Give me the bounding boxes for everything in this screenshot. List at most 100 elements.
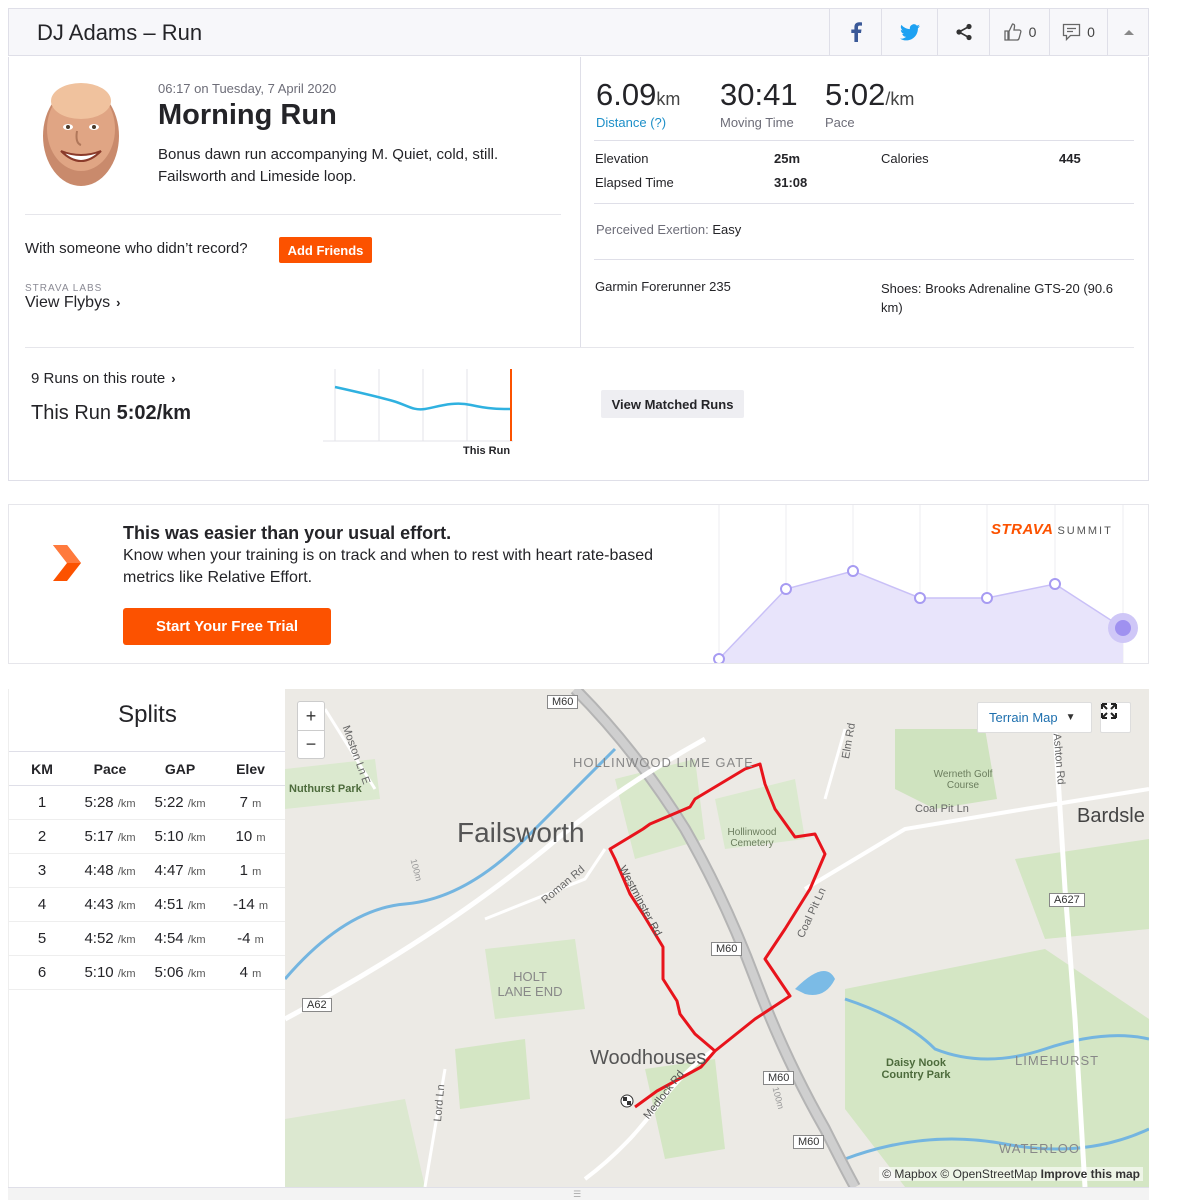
split-gap: 4:54 /km xyxy=(145,921,215,956)
elev-unit: m xyxy=(252,798,262,810)
kudos-button[interactable]: 0 xyxy=(989,9,1049,55)
split-elev-value: 10 xyxy=(235,828,253,845)
table-row: 6 5:10 /km 5:06 /km 4 m xyxy=(9,955,286,990)
route-map[interactable]: Failsworth Woodhouses Bardsle HOLLINWOOD… xyxy=(285,689,1149,1187)
split-km: 6 xyxy=(9,955,75,990)
runs-on-route-link[interactable]: 9 Runs on this route › xyxy=(31,370,176,387)
caret-down-icon: ▼ xyxy=(1065,712,1076,723)
map-label-limehurst: LIMEHURST xyxy=(1015,1053,1100,1068)
shoes-info: Shoes: Brooks Adrenaline GTS-20 (90.6 km… xyxy=(881,281,1113,315)
elapsed-time-value: 31:08 xyxy=(774,175,808,190)
split-elev: -14 m xyxy=(215,887,286,922)
zoom-in-button[interactable]: + xyxy=(298,702,324,730)
pace-value: 5:02 xyxy=(825,77,886,112)
split-elev-value: -14 xyxy=(232,896,255,913)
divider xyxy=(25,214,561,215)
split-elev-value: 7 xyxy=(239,794,248,811)
elev-unit: m xyxy=(252,866,262,878)
a627-shield: A627 xyxy=(1049,893,1085,907)
runs-on-route-label: 9 Runs on this route xyxy=(31,370,166,387)
page-title: DJ Adams – Run xyxy=(37,20,203,45)
comments-button[interactable]: 0 xyxy=(1049,9,1107,55)
view-matched-runs-button[interactable]: View Matched Runs xyxy=(601,390,744,418)
comment-icon xyxy=(1062,23,1081,41)
reservoir xyxy=(795,971,835,995)
resize-handle[interactable]: ☰ xyxy=(8,1187,1149,1200)
collapse-button[interactable] xyxy=(1107,9,1149,55)
pace-unit: /km xyxy=(187,900,206,912)
distance-unit: km xyxy=(656,89,681,109)
m60-shield: M60 xyxy=(711,942,743,956)
splits-header-row: KM Pace GAP Elev xyxy=(9,751,286,786)
twitter-icon xyxy=(899,23,920,40)
facebook-icon xyxy=(850,22,862,42)
distance-help-link[interactable]: Distance (?) xyxy=(596,115,680,130)
elm-road xyxy=(823,728,847,800)
split-gap: 5:22 /km xyxy=(145,785,215,820)
split-pace: 5:17 /km xyxy=(75,819,145,854)
split-gap: 4:47 /km xyxy=(145,853,215,888)
relative-effort-chart xyxy=(713,505,1138,663)
elevation-value: 25m xyxy=(774,151,801,166)
activity-name: Morning Run xyxy=(158,99,337,131)
map-label-waterloo: WATERLOO xyxy=(999,1141,1080,1156)
pace-unit: /km xyxy=(117,934,136,946)
fullscreen-button[interactable] xyxy=(1100,702,1131,733)
split-gap-value: 4:51 xyxy=(154,896,184,913)
split-gap: 5:10 /km xyxy=(145,819,215,854)
add-friends-button[interactable]: Add Friends xyxy=(279,237,372,263)
with-someone-prompt: With someone who didn’t record? xyxy=(25,240,248,257)
split-pace-value: 5:10 xyxy=(84,964,114,981)
twitter-share-button[interactable] xyxy=(881,9,937,55)
split-gap-value: 5:22 xyxy=(154,794,184,811)
m60-shield: M60 xyxy=(793,1135,825,1149)
divider xyxy=(594,259,1134,260)
pace-label: Pace xyxy=(825,115,855,130)
green-area xyxy=(285,1099,425,1187)
split-km: 1 xyxy=(9,785,75,820)
map-label-hollinwood-cemetery: Hollinwood Cemetery xyxy=(727,827,777,849)
split-pace: 4:48 /km xyxy=(75,853,145,888)
chevron-right-icon: › xyxy=(116,295,121,310)
map-type-select[interactable]: Terrain Map ▼ xyxy=(977,702,1092,733)
zoom-out-button[interactable]: − xyxy=(298,730,324,758)
start-free-trial-button[interactable]: Start Your Free Trial xyxy=(123,608,331,645)
split-pace-value: 4:52 xyxy=(84,930,114,947)
moving-time-label: Moving Time xyxy=(720,115,794,130)
pace-unit: /km xyxy=(117,968,136,980)
pace-unit: /km xyxy=(117,866,136,878)
split-pace-value: 4:48 xyxy=(84,862,114,879)
split-gap: 4:51 /km xyxy=(145,887,215,922)
perceived-exertion: Perceived Exertion: Easy xyxy=(596,222,741,237)
facebook-share-button[interactable] xyxy=(829,9,881,55)
split-pace: 5:28 /km xyxy=(75,785,145,820)
attribution-text[interactable]: © Mapbox © OpenStreetMap xyxy=(882,1167,1037,1181)
split-gap-value: 4:47 xyxy=(154,862,184,879)
share-button[interactable] xyxy=(937,9,989,55)
view-flybys-label: View Flybys xyxy=(25,294,111,311)
map-label-holt-lane-end: HOLT LANE END xyxy=(497,969,563,999)
pace-unit: /km xyxy=(117,832,136,844)
split-pace-value: 5:17 xyxy=(84,828,114,845)
improve-map-link[interactable]: Improve this map xyxy=(1041,1167,1140,1181)
moving-time-value: 30:41 xyxy=(720,77,798,112)
split-pace: 4:52 /km xyxy=(75,921,145,956)
this-run-prefix: This Run xyxy=(31,402,112,424)
split-elev: 10 m xyxy=(215,819,286,854)
activity-header: DJ Adams – Run 0 0 xyxy=(8,8,1149,56)
col-gap: GAP xyxy=(145,751,215,786)
table-row: 5 4:52 /km 4:54 /km -4 m xyxy=(9,921,286,956)
map-label-failsworth: Failsworth xyxy=(457,817,585,848)
stat-pace: 5:02/km Pace xyxy=(825,77,914,130)
stat-distance: 6.09km Distance (?) xyxy=(596,77,680,130)
map-label-bardsley: Bardsle xyxy=(1077,805,1145,827)
stat-moving-time: 30:41 Moving Time xyxy=(720,77,798,130)
view-flybys-link[interactable]: View Flybys › xyxy=(25,294,120,312)
split-km: 4 xyxy=(9,887,75,922)
split-elev: 7 m xyxy=(215,785,286,820)
avatar[interactable] xyxy=(39,79,123,189)
split-elev: -4 m xyxy=(215,921,286,956)
pace-unit: /km xyxy=(187,934,206,946)
map-label-werneth-golf: Werneth Golf Course xyxy=(933,769,993,791)
split-pace-value: 4:43 xyxy=(84,896,114,913)
